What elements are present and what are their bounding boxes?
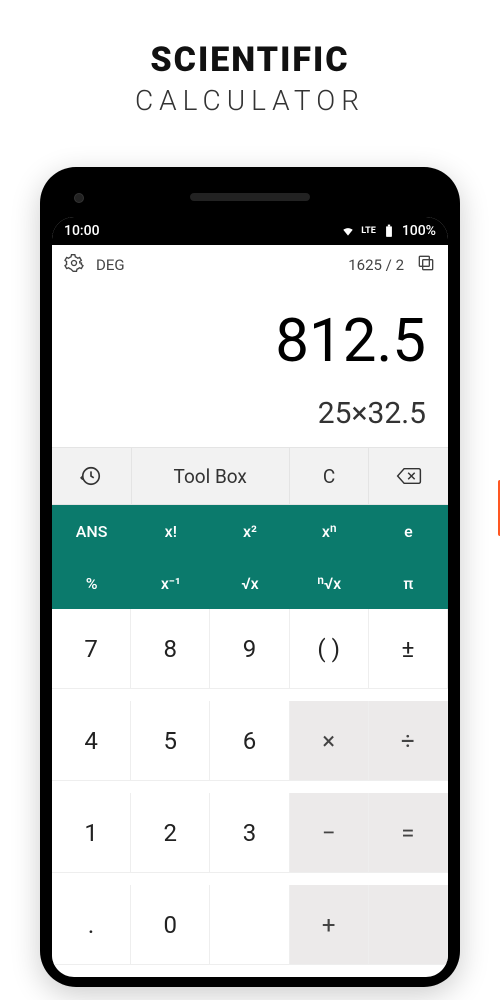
toolbox-button[interactable]: Tool Box [132, 448, 290, 504]
copy-icon [416, 253, 436, 273]
key-dot[interactable]: . [52, 885, 131, 965]
promo-title-2: CALCULATOR [0, 84, 500, 117]
promo-header: SCIENTIFIC CALCULATOR [0, 0, 500, 147]
key-0[interactable]: 0 [131, 885, 210, 965]
clear-button[interactable]: C [290, 448, 370, 504]
key-3[interactable]: 3 [210, 793, 289, 873]
inverse-button[interactable]: x⁻¹ [131, 557, 210, 609]
gear-icon [64, 253, 84, 273]
backspace-icon [396, 466, 422, 486]
key-2[interactable]: 2 [131, 793, 210, 873]
percent-button[interactable]: % [52, 557, 131, 609]
history-button[interactable] [52, 448, 132, 504]
ans-button[interactable]: ANS [52, 505, 131, 557]
key-4[interactable]: 4 [52, 701, 131, 781]
key-plusminus[interactable]: ± [369, 609, 448, 689]
backspace-button[interactable] [369, 448, 448, 504]
square-button[interactable]: x² [210, 505, 289, 557]
promo-title-1: SCIENTIFIC [0, 40, 500, 80]
numpad: 7 8 9 ( ) ± 4 5 6 × ÷ 1 2 3 − = . 0 + [52, 609, 448, 977]
camera-dot [74, 193, 84, 203]
pi-button[interactable]: π [369, 557, 448, 609]
expression-value: 25×32.5 [74, 396, 426, 431]
key-9[interactable]: 9 [210, 609, 289, 689]
key-divide[interactable]: ÷ [369, 701, 448, 781]
status-time: 10:00 [64, 223, 100, 239]
utility-row: Tool Box C [52, 447, 448, 505]
e-button[interactable]: e [369, 505, 448, 557]
history-icon [80, 465, 102, 487]
result-value: 812.5 [74, 305, 426, 376]
key-equals[interactable]: = [369, 793, 448, 873]
scientific-row: ANS x! x² xⁿ e % x⁻¹ √x ⁿ√x π [52, 505, 448, 609]
app-top-row: DEG 1625 / 2 [52, 245, 448, 285]
status-right: LTE 100% [341, 223, 436, 239]
copy-button[interactable] [416, 253, 436, 277]
factorial-button[interactable]: x! [131, 505, 210, 557]
key-6[interactable]: 6 [210, 701, 289, 781]
speaker-slot [190, 193, 310, 201]
battery-icon [382, 224, 396, 238]
status-bar: 10:00 LTE 100% [52, 217, 448, 245]
phone-frame: 10:00 LTE 100% DEG 1625 / 2 812.5 25×32.… [40, 167, 460, 987]
power-button[interactable]: xⁿ [290, 505, 369, 557]
battery-label: 100% [402, 223, 436, 239]
sqrt-button[interactable]: √x [210, 557, 289, 609]
screen: 10:00 LTE 100% DEG 1625 / 2 812.5 25×32.… [52, 217, 448, 977]
settings-button[interactable] [64, 253, 84, 277]
key-parens[interactable]: ( ) [290, 609, 369, 689]
key-multiply[interactable]: × [290, 701, 369, 781]
nth-root-button[interactable]: ⁿ√x [290, 557, 369, 609]
key-minus[interactable]: − [290, 793, 369, 873]
calc-display: 812.5 25×32.5 [52, 285, 448, 447]
lte-label: LTE [361, 226, 376, 236]
wifi-icon [341, 224, 355, 238]
fraction-display: 1625 / 2 [348, 256, 404, 274]
key-7[interactable]: 7 [52, 609, 131, 689]
key-plus[interactable]: + [290, 885, 369, 965]
key-blank-2 [369, 885, 448, 965]
key-blank-1 [210, 885, 289, 965]
angle-mode[interactable]: DEG [96, 256, 125, 274]
key-1[interactable]: 1 [52, 793, 131, 873]
key-5[interactable]: 5 [131, 701, 210, 781]
key-8[interactable]: 8 [131, 609, 210, 689]
